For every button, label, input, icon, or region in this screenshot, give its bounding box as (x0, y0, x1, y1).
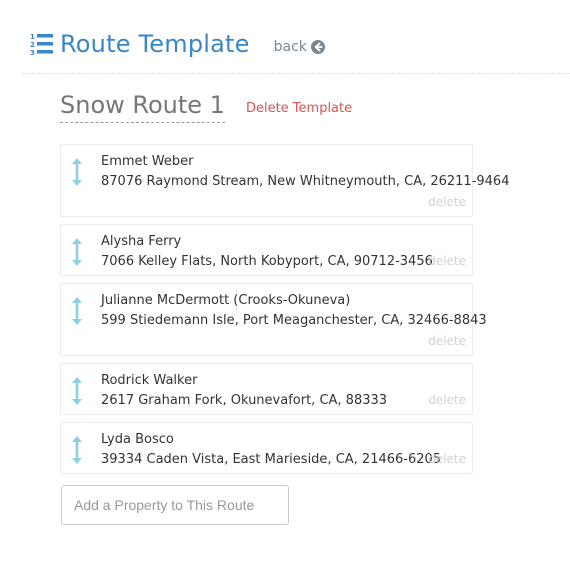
stop-item[interactable]: Lyda Bosco 39334 Caden Vista, East Marie… (60, 422, 473, 474)
stop-item[interactable]: Julianne McDermott (Crooks-Okuneva) 599 … (60, 283, 487, 356)
stop-delete-button[interactable]: delete (428, 195, 466, 209)
svg-text:1: 1 (30, 33, 35, 41)
svg-text:2: 2 (30, 41, 35, 49)
vertical-arrows-drag-icon[interactable] (71, 238, 83, 266)
stop-name: Rodrick Walker (101, 373, 198, 388)
stop-delete-button[interactable]: delete (428, 254, 466, 268)
stop-name: Emmet Weber (101, 154, 194, 169)
stop-address: 599 Stiedemann Isle, Port Meaganchester,… (101, 313, 487, 328)
stop-delete-button[interactable]: delete (428, 452, 466, 466)
svg-text:3: 3 (30, 49, 35, 57)
back-link-label: back (273, 39, 307, 55)
stop-delete-button[interactable]: delete (428, 393, 466, 407)
delete-template-button[interactable]: Delete Template (246, 101, 352, 116)
stop-name: Lyda Bosco (101, 432, 174, 447)
page-title: Route Template (60, 30, 250, 58)
stop-name: Julianne McDermott (Crooks-Okuneva) (101, 293, 351, 308)
vertical-arrows-drag-icon[interactable] (71, 436, 83, 464)
back-link[interactable]: back (274, 39, 325, 55)
stop-item[interactable]: Emmet Weber 87076 Raymond Stream, New Wh… (60, 144, 509, 217)
page-header: 1 2 3 Route Template back (30, 28, 325, 60)
ordered-list-icon: 1 2 3 (30, 31, 54, 57)
add-property-input[interactable] (61, 485, 289, 525)
vertical-arrows-drag-icon[interactable] (71, 377, 83, 405)
stop-address: 87076 Raymond Stream, New Whitneymouth, … (101, 174, 510, 189)
stop-name: Alysha Ferry (101, 234, 182, 249)
stop-address: 2617 Graham Fork, Okunevafort, CA, 88333 (101, 393, 388, 408)
stop-delete-button[interactable]: delete (428, 334, 466, 348)
arrow-circle-left-icon (310, 40, 325, 54)
vertical-arrows-drag-icon[interactable] (71, 297, 83, 325)
stop-item[interactable]: Alysha Ferry 7066 Kelley Flats, North Ko… (60, 224, 473, 276)
stops-list: Emmet Weber 87076 Raymond Stream, New Wh… (60, 144, 509, 481)
vertical-arrows-drag-icon[interactable] (71, 158, 83, 186)
stop-address: 7066 Kelley Flats, North Kobyport, CA, 9… (101, 254, 433, 269)
stop-address: 39334 Caden Vista, East Marieside, CA, 2… (101, 452, 442, 467)
stop-item[interactable]: Rodrick Walker 2617 Graham Fork, Okuneva… (60, 363, 473, 415)
header-divider (22, 73, 570, 74)
route-heading: Snow Route 1 Delete Template (60, 90, 352, 123)
route-name[interactable]: Snow Route 1 (60, 90, 225, 123)
